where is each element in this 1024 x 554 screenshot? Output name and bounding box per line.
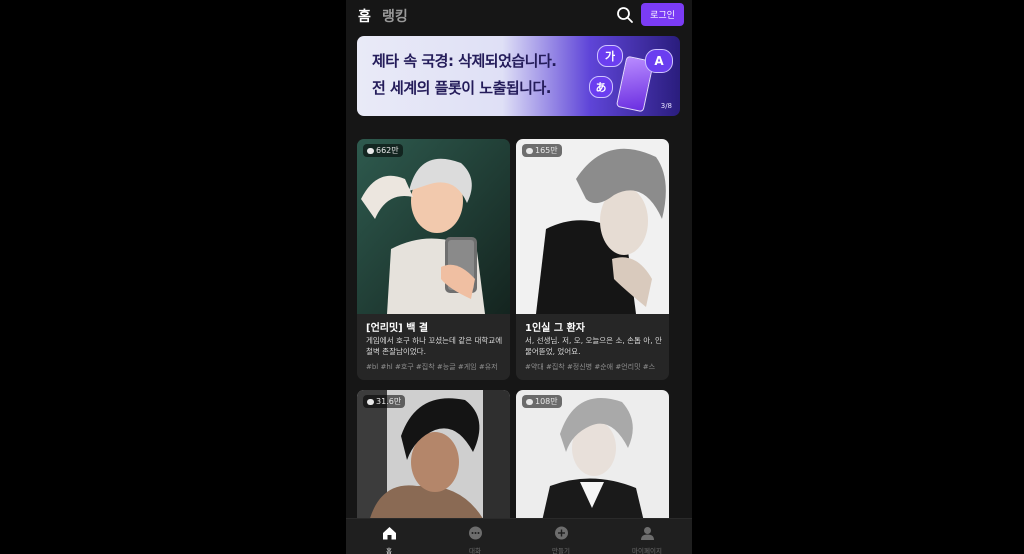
bottom-tab-bar: 홈 대화 만들기 마이페이지 <box>346 518 692 554</box>
card-description: 게임에서 호구 하나 꼬셨는데 같은 대학교에 철벽 존잘남이었다. <box>366 336 503 356</box>
character-portrait <box>516 390 669 530</box>
app-screen: 홈 랭킹 로그인 제타 속 국경: 삭제되었습니다. 전 세계의 플롯이 노출됩… <box>346 0 692 554</box>
view-count-badge: 662만 <box>363 144 403 157</box>
banner-headline-1: 제타 속 국경: 삭제되었습니다. <box>372 52 557 70</box>
plus-circle-icon <box>555 526 568 540</box>
tab-ranking[interactable]: 랭킹 <box>382 6 408 26</box>
view-count: 108만 <box>535 397 558 406</box>
character-portrait <box>516 139 669 314</box>
speech-bubble-icon: A <box>645 49 673 73</box>
bottom-tab-mypage[interactable]: 마이페이지 <box>604 519 690 554</box>
bottom-tab-label: 대화 <box>469 547 481 554</box>
card-title: [언리밋] 백 결 <box>366 323 429 334</box>
banner-headline-2: 전 세계의 플롯이 노출됩니다. <box>372 79 551 97</box>
card-tags: #약대 #집착 #정신병 #순애 #언리밋 #스 <box>525 363 656 371</box>
view-count-badge: 108만 <box>522 395 562 408</box>
view-count: 31.6만 <box>376 397 402 406</box>
bottom-tab-chat[interactable]: 대화 <box>432 519 518 554</box>
bottom-tab-label: 마이페이지 <box>632 547 662 554</box>
card-description: 서, 선생님. 저, 오, 오늘으은 소, 손톱 아, 안 물어뜯었, 었어요. <box>525 336 662 356</box>
character-card[interactable]: 165만 1인실 그 환자 서, 선생님. 저, 오, 오늘으은 소, 손톱 아… <box>516 139 669 380</box>
character-card[interactable]: 31.6만 <box>357 390 510 530</box>
login-button[interactable]: 로그인 <box>641 3 684 26</box>
view-count-badge: 31.6만 <box>363 395 406 408</box>
bottom-tab-home[interactable]: 홈 <box>346 519 432 554</box>
chat-icon <box>469 526 482 540</box>
bottom-tab-label: 홈 <box>386 547 392 554</box>
card-title: 1인실 그 환자 <box>525 323 585 334</box>
character-card[interactable]: 662만 [언리밋] 백 결 게임에서 호구 하나 꼬셨는데 같은 대학교에 철… <box>357 139 510 380</box>
search-icon[interactable] <box>616 6 634 24</box>
bottom-tab-create[interactable]: 만들기 <box>518 519 604 554</box>
chat-bubble-icon <box>526 147 533 154</box>
top-nav: 홈 랭킹 로그인 <box>346 0 692 30</box>
banner-pager: 3/8 <box>660 102 672 110</box>
character-card[interactable]: 108만 <box>516 390 669 530</box>
view-count: 662만 <box>376 146 399 155</box>
card-tags: #bl #hl #호구 #집착 #능글 #게임 #유저 <box>366 363 498 371</box>
chat-bubble-icon <box>367 147 374 154</box>
chat-bubble-icon <box>526 398 533 405</box>
speech-bubble-icon: 가 <box>597 45 623 67</box>
user-icon <box>641 527 654 540</box>
chat-bubble-icon <box>367 398 374 405</box>
bottom-tab-label: 만들기 <box>552 547 570 554</box>
character-portrait <box>357 390 510 530</box>
speech-bubble-icon: あ <box>589 76 613 98</box>
promo-banner[interactable]: 제타 속 국경: 삭제되었습니다. 전 세계의 플롯이 노출됩니다. 가 あ A… <box>357 36 680 116</box>
view-count: 165만 <box>535 146 558 155</box>
home-icon <box>383 527 396 540</box>
tab-home[interactable]: 홈 <box>358 6 371 26</box>
character-portrait <box>357 139 510 314</box>
view-count-badge: 165만 <box>522 144 562 157</box>
